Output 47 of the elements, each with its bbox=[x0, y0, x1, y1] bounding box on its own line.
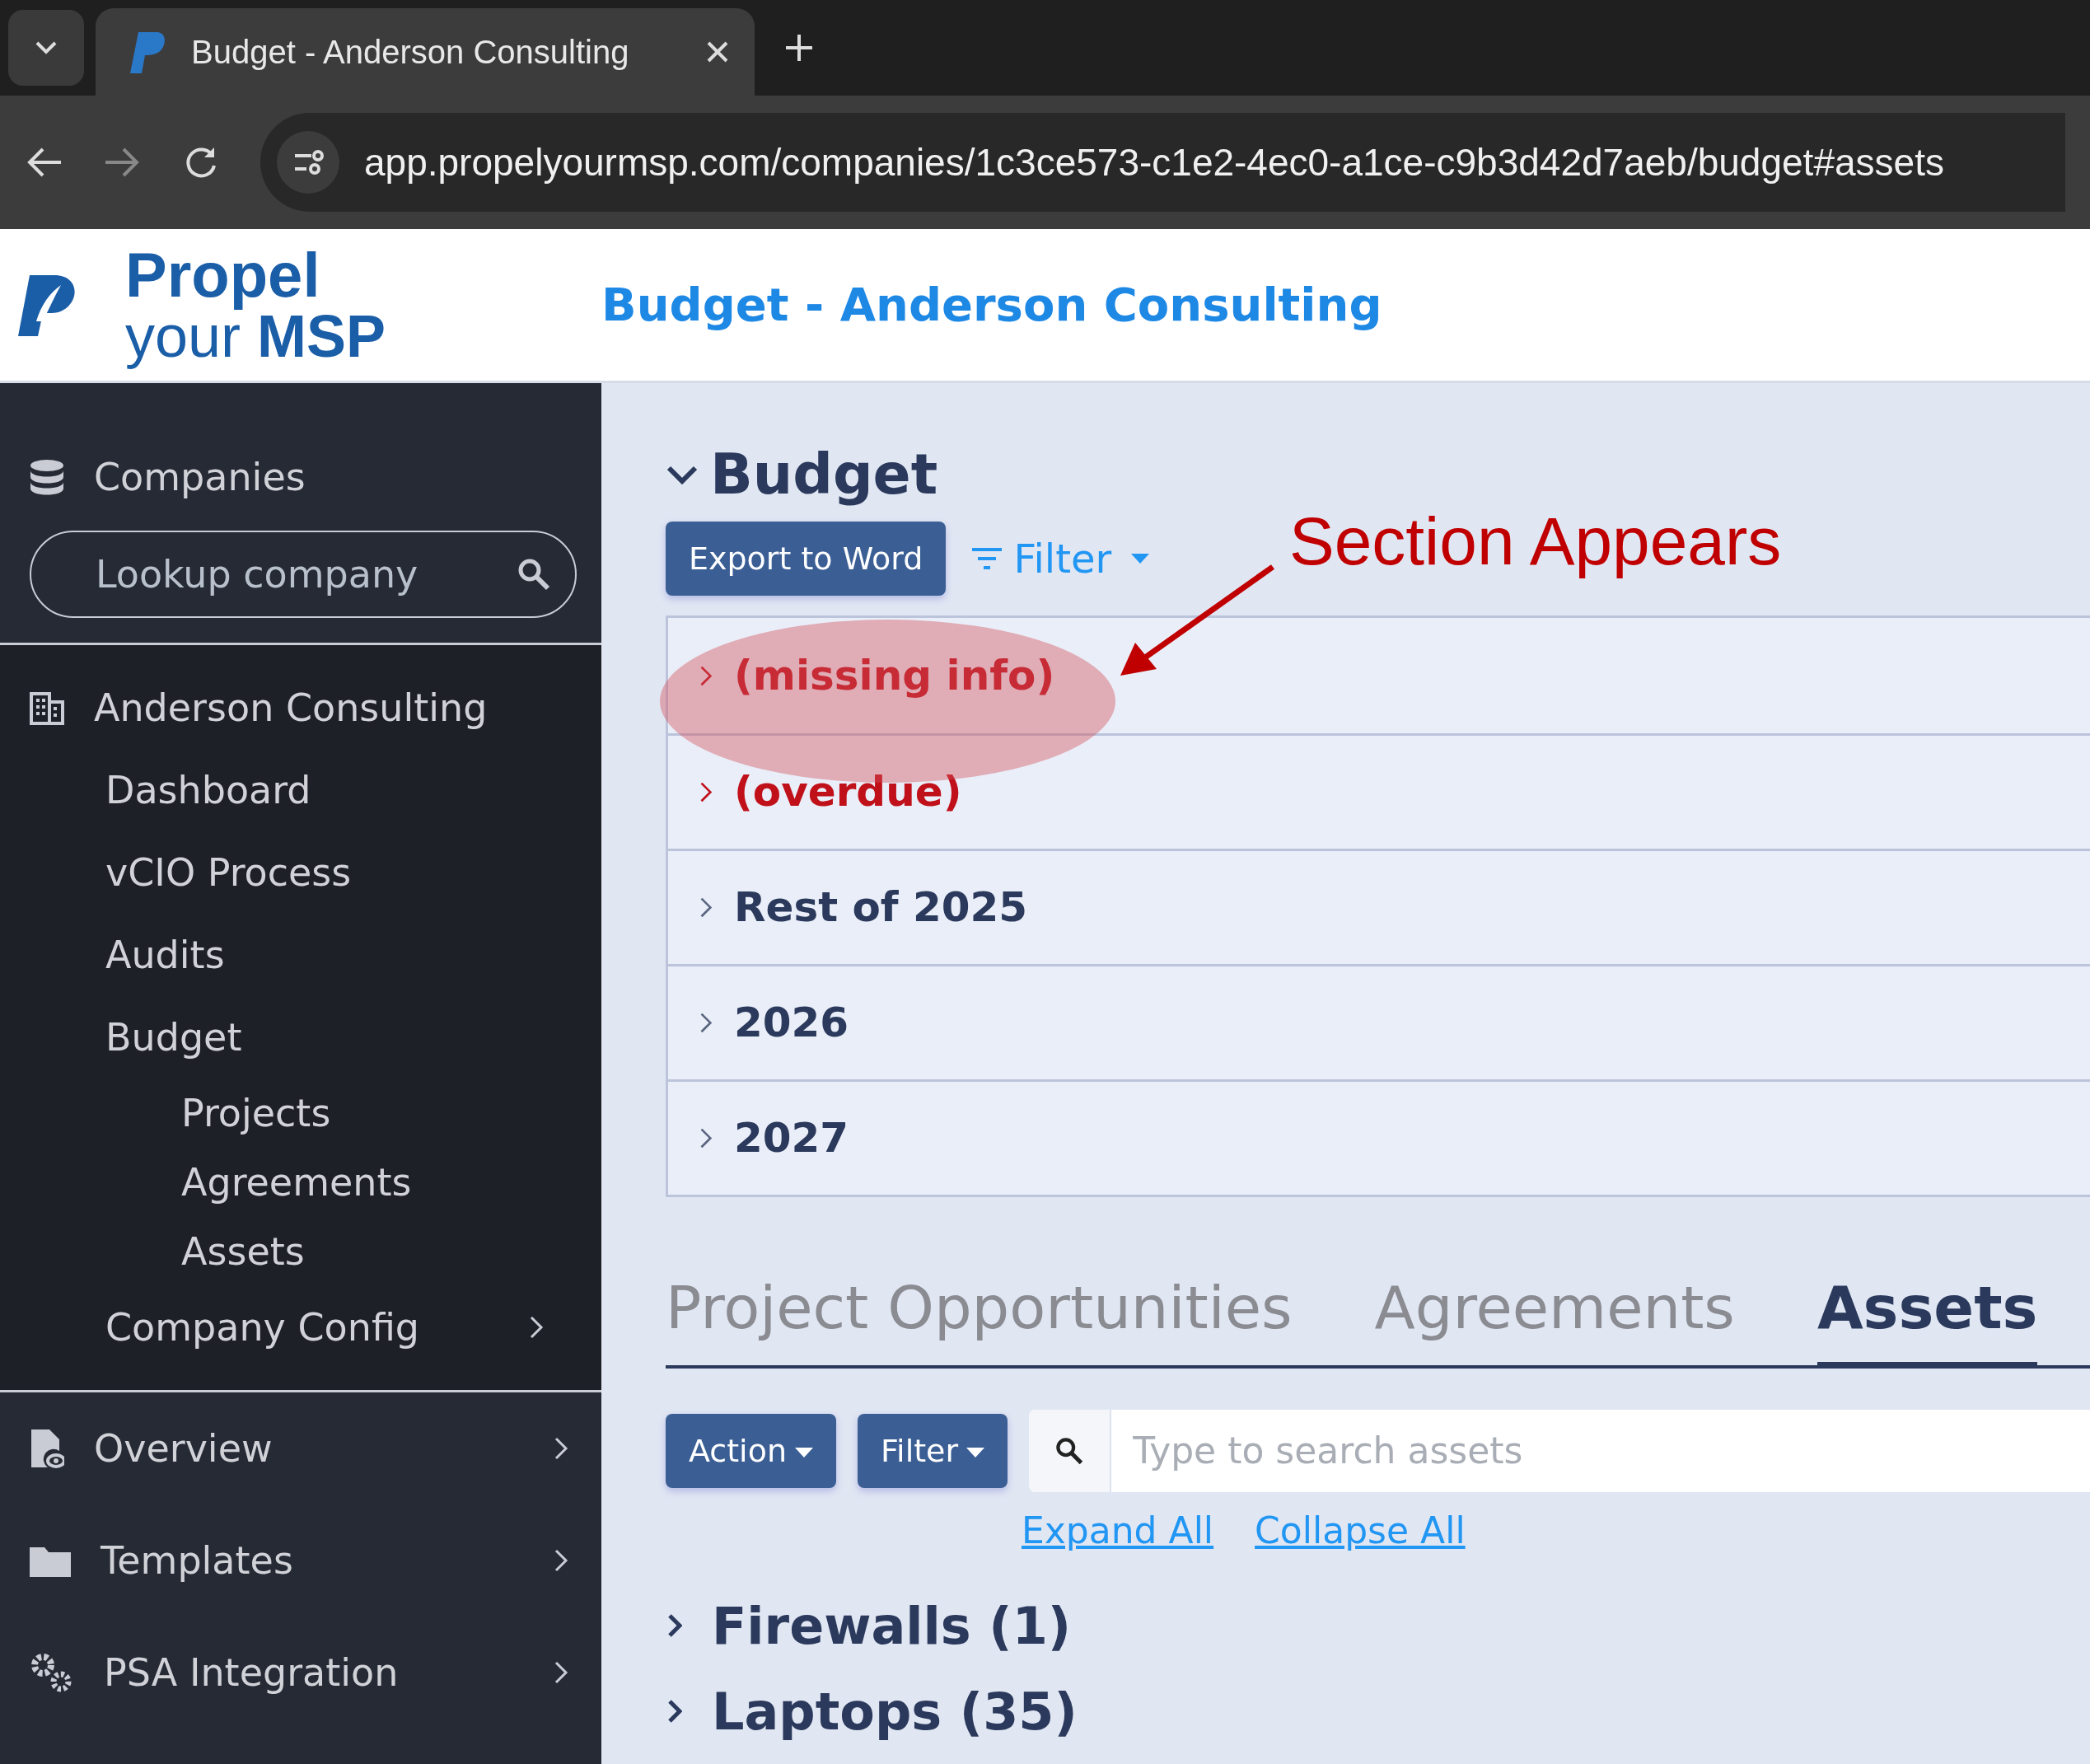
sidebar-heading: Companies bbox=[94, 454, 306, 501]
sidebar-item[interactable]: Overview bbox=[0, 1392, 601, 1504]
group-title: (missing info) bbox=[734, 650, 1055, 701]
sidebar-item[interactable]: Budget bbox=[30, 996, 577, 1079]
building-icon bbox=[30, 690, 64, 725]
search-icon bbox=[1055, 1437, 1084, 1465]
sidebar-subitem[interactable]: Assets bbox=[30, 1217, 577, 1286]
caret-icon bbox=[795, 1448, 813, 1458]
close-icon[interactable] bbox=[705, 40, 730, 64]
action-dropdown[interactable]: Action bbox=[666, 1414, 836, 1488]
caret-icon bbox=[966, 1448, 985, 1458]
url-text: app.propelyourmsp.com/companies/1c3ce573-c1e2-4ec0-a1ce-c9b3d42d7aeb/budget#assets bbox=[364, 139, 1944, 185]
group-title: 2027 bbox=[734, 1113, 849, 1163]
group-title: Rest of 2025 bbox=[734, 882, 1028, 933]
sidebar-item[interactable]: vCIO Process bbox=[30, 831, 577, 914]
chevron-right-icon bbox=[666, 1612, 682, 1639]
search-input[interactable]: Lookup company bbox=[94, 545, 517, 604]
company-name[interactable]: Anderson Consulting bbox=[94, 679, 488, 737]
export-button[interactable]: Export to Word bbox=[666, 522, 947, 596]
asset-group-title[interactable]: Firewalls (1) bbox=[712, 1587, 1072, 1664]
sidebar-item[interactable]: Dashboard bbox=[30, 749, 577, 831]
filter-icon bbox=[972, 548, 1003, 569]
group-title: (overdue) bbox=[734, 767, 962, 817]
group-title: 2026 bbox=[734, 998, 849, 1048]
filter-dropdown[interactable]: Filter bbox=[858, 1414, 1008, 1488]
asset-group-title[interactable]: Laptops (35) bbox=[712, 1673, 1078, 1750]
chevron-right-icon bbox=[666, 1698, 682, 1724]
annotation-text: Section Appears bbox=[1289, 503, 1782, 580]
chevron-down-icon bbox=[34, 40, 58, 56]
address-bar[interactable]: app.propelyourmsp.com/companies/1c3ce573-c1e2-4ec0-a1ce-c9b3d42d7aeb/budget#assets bbox=[260, 113, 2065, 212]
sidebar-item[interactable]: Templates bbox=[0, 1504, 601, 1617]
tab-title: Budget - Anderson Consulting bbox=[191, 33, 630, 72]
site-settings-icon[interactable] bbox=[277, 131, 339, 194]
document-eye-icon bbox=[30, 1428, 64, 1469]
sidebar-subitem[interactable]: Projects bbox=[30, 1079, 577, 1148]
search-icon bbox=[517, 558, 550, 591]
sidebar-item[interactable]: PSA Integration bbox=[0, 1617, 601, 1729]
sidebar-item[interactable]: Company Config bbox=[30, 1286, 577, 1369]
database-icon bbox=[30, 458, 64, 497]
tab[interactable]: Assets bbox=[1816, 1263, 2038, 1369]
section-title: Budget bbox=[710, 441, 938, 508]
caret-icon bbox=[1131, 554, 1150, 564]
company-search-field[interactable]: Lookup company bbox=[30, 531, 577, 618]
sidebar-subitem[interactable]: Agreements bbox=[30, 1148, 577, 1217]
browser-tab[interactable]: Budget - Anderson Consulting bbox=[96, 8, 755, 96]
sidebar-item[interactable]: Audits bbox=[30, 914, 577, 996]
page-title: Budget - Anderson Consulting bbox=[601, 277, 1382, 333]
